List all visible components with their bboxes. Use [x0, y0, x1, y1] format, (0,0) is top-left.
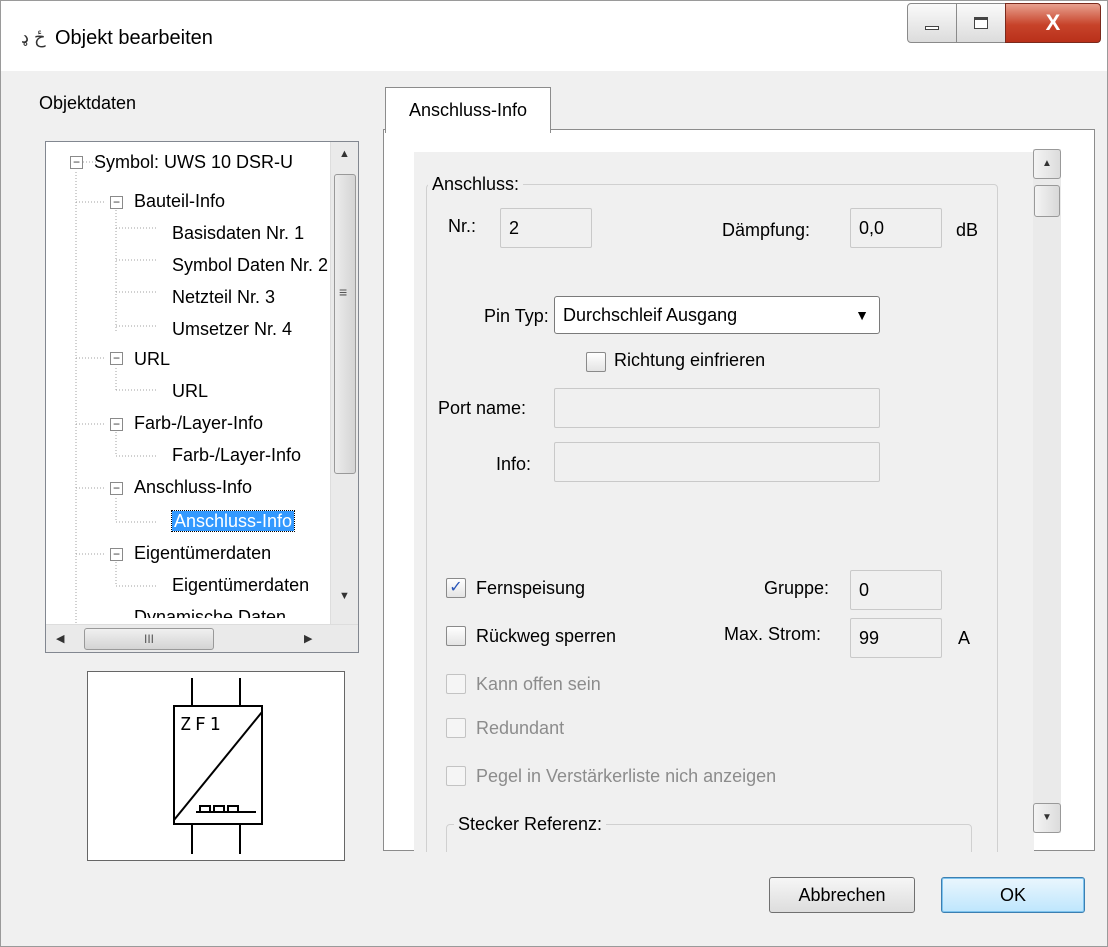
scroll-left-icon[interactable]: ◀: [56, 632, 64, 645]
anschluss-legend: Anschluss:: [428, 174, 524, 195]
tree-item[interactable]: Dynamische Daten: [134, 604, 286, 618]
tree-item[interactable]: Symbol Daten Nr. 2: [172, 252, 328, 278]
gruppe-label: Gruppe:: [764, 578, 830, 598]
tree-item[interactable]: Farb-/Layer-Info: [134, 410, 263, 436]
tree-item[interactable]: URL: [134, 346, 170, 372]
tree-item[interactable]: Bauteil-Info: [134, 188, 225, 214]
redundant-label: Redundant: [476, 718, 565, 738]
daempfung-field[interactable]: 0,0: [850, 208, 942, 248]
symbol-label: ZF1: [180, 714, 225, 735]
collapse-icon[interactable]: −: [110, 548, 123, 561]
tree-item[interactable]: Eigentümerdaten: [134, 540, 271, 566]
tree-item[interactable]: Basisdaten Nr. 1: [172, 220, 304, 246]
tab-panel: Anschluss: Nr.: 2 Dämpfung: 0,0 dB Pin T…: [383, 129, 1095, 852]
grip-icon: ≡: [339, 284, 348, 300]
info-field[interactable]: [554, 442, 880, 482]
ok-button[interactable]: OK: [941, 877, 1085, 913]
fernspeisung-checkbox[interactable]: ✓: [446, 578, 466, 598]
tree-item[interactable]: Symbol: UWS 10 DSR-U: [94, 149, 293, 175]
maximize-icon: [974, 17, 988, 29]
pin-typ-select[interactable]: Durchschleif Ausgang ▼: [554, 296, 880, 334]
scroll-down-icon[interactable]: ▼: [339, 590, 350, 602]
fernspeisung-label[interactable]: Fernspeisung: [476, 578, 585, 599]
nr-field[interactable]: 2: [500, 208, 592, 248]
symbol-drawing: ZF1: [173, 678, 263, 854]
pegel-checkbox[interactable]: [446, 766, 466, 786]
kann-offen-label: Kann offen sein: [476, 674, 601, 694]
collapse-icon[interactable]: −: [110, 418, 123, 431]
scroll-up-icon[interactable]: ▲: [339, 148, 350, 160]
pin-typ-label: Pin Typ:: [484, 306, 549, 326]
tree-item-selected[interactable]: Anschluss-Info: [170, 508, 296, 534]
rueckweg-checkbox[interactable]: [446, 626, 466, 646]
kann-offen-checkbox[interactable]: [446, 674, 466, 694]
window-title: Objekt bearbeiten: [55, 27, 213, 49]
close-icon: X: [1045, 10, 1061, 35]
collapse-icon[interactable]: −: [110, 352, 123, 365]
close-button[interactable]: X: [1005, 3, 1101, 43]
port-name-label: Port name:: [438, 398, 527, 418]
tree-vertical-thumb[interactable]: [334, 174, 356, 474]
tree-item[interactable]: Netzteil Nr. 3: [172, 284, 275, 310]
objektdaten-label: Objektdaten: [39, 93, 137, 113]
daempfung-label: Dämpfung:: [722, 220, 811, 240]
max-strom-unit: A: [958, 628, 971, 648]
scroll-right-icon[interactable]: ▶: [304, 632, 312, 645]
max-strom-label: Max. Strom:: [724, 624, 822, 644]
richtung-label[interactable]: Richtung einfrieren: [614, 350, 765, 371]
nr-label: Nr.:: [448, 216, 477, 236]
collapse-icon[interactable]: −: [70, 156, 83, 169]
rueckweg-label[interactable]: Rückweg sperren: [476, 626, 616, 647]
minimize-icon: [925, 26, 939, 30]
daempfung-unit: dB: [956, 220, 979, 240]
tree-item[interactable]: URL: [172, 378, 208, 404]
scroll-up-icon[interactable]: ▲: [1033, 149, 1061, 179]
scroll-content: Anschluss: Nr.: 2 Dämpfung: 0,0 dB Pin T…: [414, 152, 1034, 852]
info-label: Info:: [496, 454, 532, 474]
panel-vertical-thumb[interactable]: [1034, 185, 1060, 217]
stecker-legend: Stecker Referenz:: [454, 814, 607, 835]
pegel-label: Pegel in Verstärkerliste nich anzeigen: [476, 766, 777, 786]
panel-vertical-scrollbar[interactable]: ▲ ▼: [1033, 149, 1061, 833]
redundant-checkbox[interactable]: [446, 718, 466, 738]
symbol-preview: ZF1: [87, 671, 345, 861]
minimize-button[interactable]: [907, 3, 957, 43]
cancel-button[interactable]: Abbrechen: [769, 877, 915, 913]
richtung-checkbox[interactable]: [586, 352, 606, 372]
collapse-icon[interactable]: −: [110, 196, 123, 209]
tree-item[interactable]: Umsetzer Nr. 4: [172, 316, 292, 342]
tree-horizontal-thumb[interactable]: III: [84, 628, 214, 650]
tab-anschluss-info[interactable]: Anschluss-Info: [385, 87, 551, 133]
chevron-down-icon: ▼: [855, 307, 869, 323]
object-tree[interactable]: − Symbol: UWS 10 DSR-U − Bauteil-Info Ba…: [45, 141, 359, 653]
dialog-window: ځ ډ Objekt bearbeiten X Objektdaten − Sy…: [0, 0, 1108, 947]
tree-item[interactable]: Farb-/Layer-Info: [172, 442, 301, 468]
tree-item[interactable]: Eigentümerdaten: [172, 572, 309, 598]
collapse-icon[interactable]: −: [110, 482, 123, 495]
port-name-field[interactable]: [554, 388, 880, 428]
anschluss-group: [426, 184, 998, 852]
tree-item[interactable]: Anschluss-Info: [134, 474, 252, 500]
tree-horizontal-scrollbar[interactable]: ◀ III ▶: [46, 624, 358, 652]
title-bar: ځ ډ Objekt bearbeiten X: [1, 1, 1107, 71]
app-icon: ځ ډ: [21, 27, 46, 47]
maximize-button[interactable]: [956, 3, 1006, 43]
max-strom-field[interactable]: 99: [850, 618, 942, 658]
scroll-down-icon[interactable]: ▼: [1033, 803, 1061, 833]
tree-vertical-scrollbar[interactable]: ▲ ≡ ▼: [330, 142, 358, 624]
gruppe-field[interactable]: 0: [850, 570, 942, 610]
